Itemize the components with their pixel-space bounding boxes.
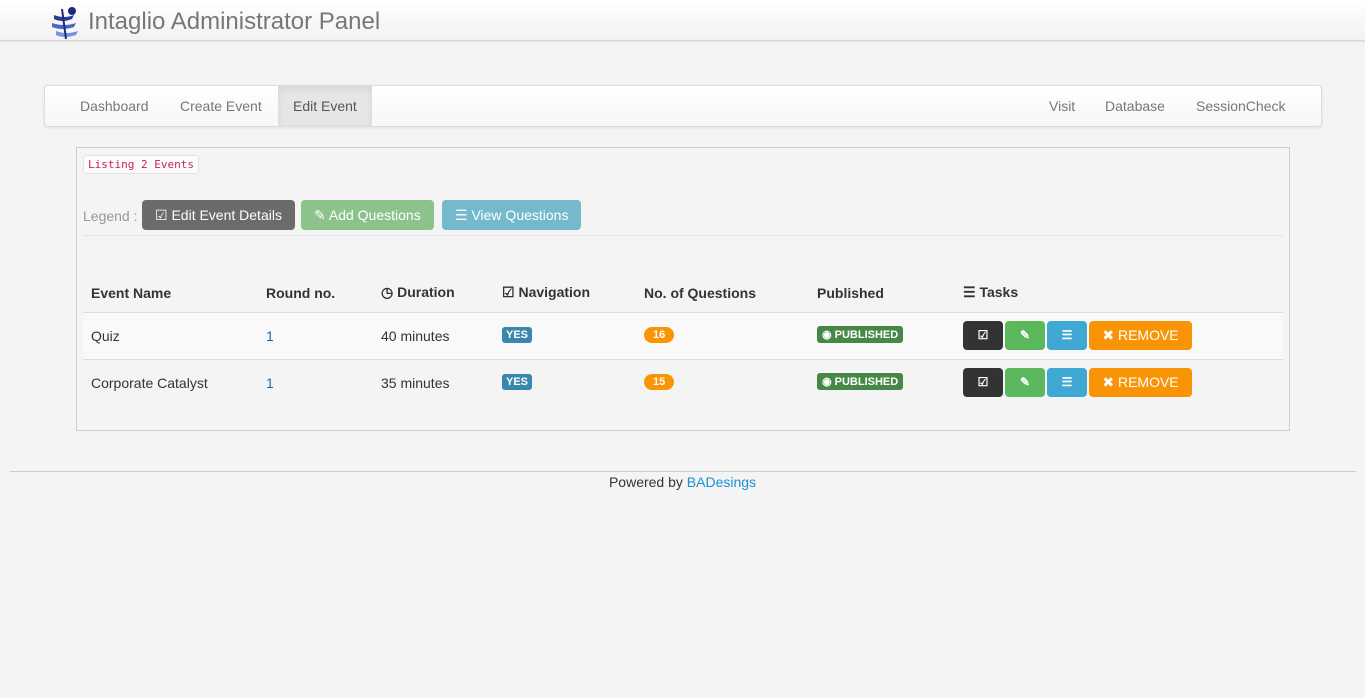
remove-button[interactable]: ✖ REMOVE — [1089, 321, 1192, 350]
nav-database[interactable]: Database — [1090, 86, 1180, 126]
event-name: Quiz — [83, 311, 258, 359]
round-no: 1 — [258, 311, 373, 359]
published-label: ◉ PUBLISHED — [817, 372, 904, 390]
table-row: Quiz 1 40 minutes YES 16 ◉ PUBLISHED ☑ ✎ ☰… — [83, 311, 1283, 359]
edit-event-button[interactable]: ☑ — [963, 368, 1003, 398]
pencil-icon: ✎ — [314, 207, 329, 223]
events-panel: Listing 2 Events Legend : ☑ Edit Event D… — [76, 147, 1290, 431]
x-icon: ✖ — [1102, 327, 1118, 343]
eye-icon: ◉ — [822, 375, 835, 388]
clock-icon: ◷ — [381, 284, 398, 301]
col-navigation: ☑ Navigation — [502, 284, 591, 301]
legend-view-questions: ☰ View Questions — [442, 200, 582, 230]
published-label: ◉ PUBLISHED — [817, 325, 904, 343]
top-bar: Intaglio Administrator Panel — [0, 0, 1365, 41]
nav-sessioncheck[interactable]: SessionCheck — [1181, 86, 1301, 126]
round-no: 1 — [258, 358, 373, 406]
nav-create-event[interactable]: Create Event — [165, 86, 277, 126]
footer-link[interactable]: BADesings — [687, 474, 756, 490]
questions-badge: 16 — [644, 326, 675, 343]
nav-dashboard[interactable]: Dashboard — [65, 86, 164, 126]
footer-divider — [10, 471, 1356, 472]
check-icon: ☑ — [502, 284, 519, 301]
list-icon: ☰ — [455, 207, 472, 223]
legend-add-questions: ✎ Add Questions — [301, 200, 434, 230]
remove-button[interactable]: ✖ REMOVE — [1089, 368, 1192, 398]
eye-icon: ◉ — [822, 328, 835, 341]
footer: Powered by BADesings — [608, 474, 757, 490]
main-nav: Dashboard Create Event Edit Event Visit … — [44, 85, 1322, 127]
edit-event-button[interactable]: ☑ — [963, 321, 1003, 350]
col-published: Published — [817, 284, 884, 301]
table-row: Corporate Catalyst 1 35 minutes YES 15 ◉… — [83, 358, 1283, 406]
col-duration: ◷ Duration — [381, 284, 455, 301]
x-icon: ✖ — [1102, 374, 1118, 391]
add-questions-button[interactable]: ✎ — [1005, 368, 1045, 398]
questions-badge: 15 — [644, 373, 675, 390]
intaglio-logo-icon — [52, 7, 78, 39]
legend-edit-details: ☑ Edit Event Details — [142, 200, 295, 230]
events-table: Event Name Round no. ◷ Duration ☑ Naviga… — [83, 282, 1283, 406]
legend-label: Legend : — [83, 208, 138, 224]
navigation-label: YES — [502, 373, 533, 390]
duration: 35 minutes — [373, 358, 494, 406]
view-questions-button[interactable]: ☰ — [1047, 321, 1087, 350]
navigation-label: YES — [502, 326, 533, 343]
divider — [83, 235, 1283, 236]
col-event-name: Event Name — [91, 284, 172, 301]
col-questions: No. of Questions — [644, 284, 756, 301]
nav-edit-event[interactable]: Edit Event — [278, 86, 372, 126]
list-icon: ☰ — [963, 284, 980, 301]
event-name: Corporate Catalyst — [83, 358, 258, 406]
duration: 40 minutes — [373, 311, 494, 359]
app-title: Intaglio Administrator Panel — [88, 8, 381, 35]
col-tasks: ☰ Tasks — [963, 284, 1019, 301]
add-questions-button[interactable]: ✎ — [1005, 321, 1045, 350]
view-questions-button[interactable]: ☰ — [1047, 368, 1087, 398]
nav-visit[interactable]: Visit — [1034, 86, 1090, 126]
listing-count: Listing 2 Events — [83, 155, 199, 174]
col-round: Round no. — [266, 284, 336, 301]
edit-icon: ☑ — [155, 207, 172, 223]
